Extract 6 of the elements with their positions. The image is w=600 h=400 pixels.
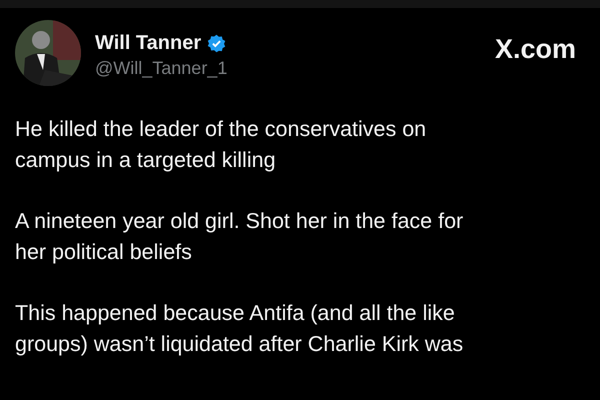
site-logo-text: X.com (494, 33, 576, 65)
post-paragraph: A nineteen year old girl. Shot her in the face for her political beliefs (15, 208, 464, 266)
post-paragraph: This happened because Antifa (and all the like groups) wasn’t liquidated after Charlie Kirk was (15, 300, 464, 358)
author-name[interactable]: Will Tanner (95, 32, 202, 55)
author-handle[interactable]: @Will_Tanner_1 (95, 58, 481, 79)
post-paragraph: He killed the leader of the conservatives on campus in a targeted killing (15, 116, 428, 174)
